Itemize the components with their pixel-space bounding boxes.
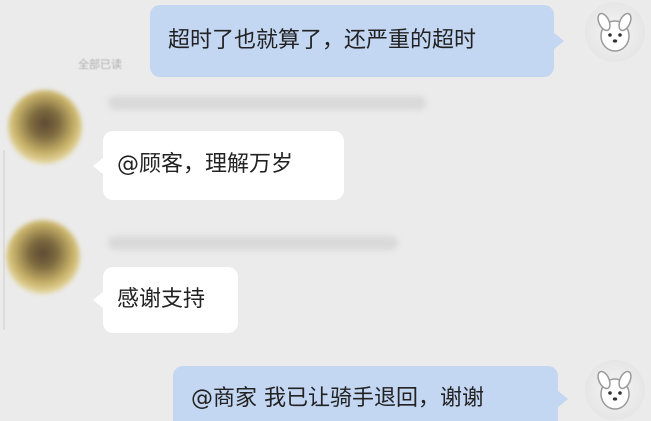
- cartoon-dog-avatar-icon[interactable]: [585, 360, 645, 420]
- sender-name-blurred: [108, 236, 398, 250]
- message-bubble-incoming[interactable]: @顾客，理解万岁: [103, 131, 344, 200]
- message-text: @商家 我已让骑手退回，谢谢: [191, 385, 484, 411]
- cartoon-dog-avatar-icon[interactable]: [585, 2, 645, 62]
- message-text: 感谢支持: [117, 286, 206, 312]
- message-bubble-outgoing[interactable]: @商家 我已让骑手退回，谢谢: [173, 366, 558, 421]
- message-bubble-outgoing[interactable]: 超时了也就算了，还严重的超时: [150, 5, 554, 77]
- read-status: 全部已读: [78, 58, 122, 71]
- blurred-user-avatar-icon[interactable]: [6, 220, 80, 294]
- message-text: 超时了也就算了，还严重的超时: [168, 27, 477, 53]
- blurred-user-avatar-icon[interactable]: [8, 90, 82, 164]
- sender-name-blurred: [108, 96, 426, 110]
- message-bubble-incoming[interactable]: 感谢支持: [103, 267, 238, 333]
- divider: [3, 150, 5, 330]
- chat-window: 超时了也就算了，还严重的超时 全部已读 @顾客，理解万岁 感谢支持 @商家 我已…: [0, 0, 651, 421]
- message-text: @顾客，理解万岁: [117, 152, 294, 178]
